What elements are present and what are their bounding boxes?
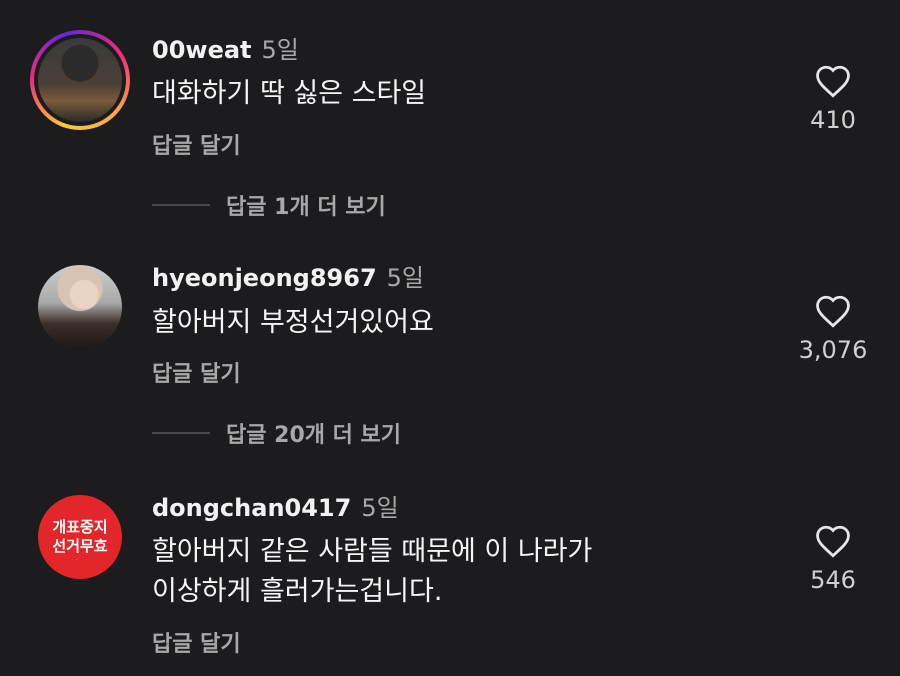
like-count: 546	[810, 566, 856, 594]
avatar[interactable]	[38, 265, 122, 349]
comment-line: 대화하기 딱 싫은 스타일	[152, 78, 427, 109]
view-more-label[interactable]: 답글 1개 더 보기	[226, 189, 386, 221]
like-button[interactable]: 546	[788, 524, 878, 594]
view-more-replies[interactable]: 답글 1개 더 보기	[152, 190, 386, 220]
comment-username[interactable]: 00weat 5일	[152, 30, 299, 65]
avatar[interactable]: 개표중지 선거무효	[38, 495, 122, 579]
comment-time: 5일	[361, 494, 399, 522]
comment-line: 할아버지 부정선거있어요	[152, 307, 434, 338]
reply-button[interactable]: 답글 달기	[152, 626, 241, 658]
comment-text: 대화하기 딱 싫은 스타일	[152, 74, 426, 114]
comment-username[interactable]: hyeonjeong8967 5일	[152, 258, 424, 293]
reply-button[interactable]: 답글 달기	[152, 356, 241, 388]
badge-text: 선거무효	[52, 537, 108, 555]
like-button[interactable]: 410	[788, 64, 878, 134]
comment-username[interactable]: dongchan0417 5일	[152, 488, 399, 523]
comment-time: 5일	[386, 264, 424, 292]
comment-line: 할아버지 같은 사람들 때문에 이 나라가	[152, 536, 593, 567]
heart-outline-icon[interactable]	[814, 64, 852, 98]
like-count: 3,076	[798, 336, 868, 364]
reply-button[interactable]: 답글 달기	[152, 128, 241, 160]
divider	[152, 204, 210, 206]
divider	[152, 432, 210, 434]
view-more-replies[interactable]: 답글 20개 더 보기	[152, 418, 401, 448]
comment-line: 이상하게 흘러가는겁니다.	[152, 576, 443, 607]
username-text[interactable]: hyeonjeong8967	[152, 264, 377, 292]
comment-text: 할아버지 같은 사람들 때문에 이 나라가 이상하게 흘러가는겁니다.	[152, 532, 592, 612]
heart-outline-icon[interactable]	[814, 294, 852, 328]
username-text[interactable]: dongchan0417	[152, 494, 351, 522]
avatar[interactable]	[30, 30, 130, 130]
view-more-label[interactable]: 답글 20개 더 보기	[226, 417, 401, 449]
username-text[interactable]: 00weat	[152, 36, 252, 64]
badge-text: 개표중지	[52, 518, 108, 536]
like-button[interactable]: 3,076	[788, 294, 878, 364]
comment-text: 할아버지 부정선거있어요	[152, 303, 434, 343]
like-count: 410	[810, 106, 856, 134]
heart-outline-icon[interactable]	[814, 524, 852, 558]
comment-time: 5일	[261, 36, 299, 64]
